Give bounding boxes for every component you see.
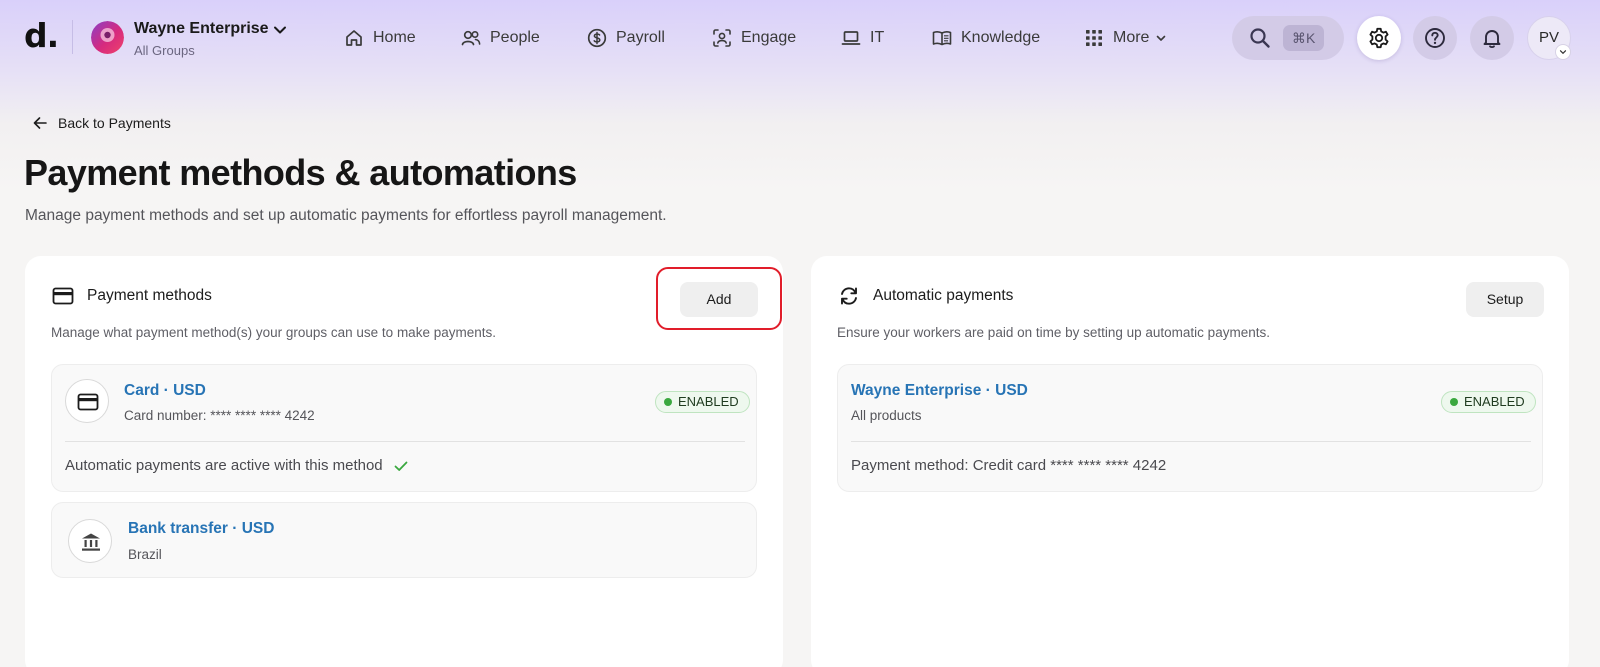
engage-icon [711, 27, 733, 49]
notifications-button[interactable] [1470, 16, 1514, 60]
logo-divider [72, 20, 73, 54]
nav-item-payroll[interactable]: Payroll [586, 24, 665, 52]
search-button[interactable]: ⌘K [1232, 16, 1344, 60]
help-button[interactable] [1413, 16, 1457, 60]
chevron-down-icon[interactable] [272, 22, 288, 38]
divider [851, 441, 1531, 442]
setup-automatic-payments-button[interactable]: Setup [1466, 282, 1544, 317]
nav-label: IT [870, 29, 885, 46]
automatic-payments-header: Automatic payments [837, 284, 1013, 308]
chevron-down-icon [1155, 32, 1167, 44]
top-navigation-bar: d. Wayne Enterprise All Groups Home Peop… [0, 0, 1600, 76]
method-card-number: Card number: **** **** **** 4242 [124, 408, 315, 423]
automation-title[interactable]: Wayne Enterprise · USD [851, 382, 1028, 400]
card-description: Manage what payment method(s) your group… [51, 325, 496, 340]
payment-methods-card: Payment methods Add Manage what payment … [25, 256, 783, 667]
org-switcher-name[interactable]: Wayne Enterprise [134, 20, 269, 38]
card-title: Payment methods [87, 287, 212, 304]
add-payment-method-button[interactable]: Add [680, 282, 758, 317]
status-badge: ENABLED [1441, 391, 1536, 413]
people-icon [460, 27, 482, 49]
credit-card-icon [51, 284, 87, 308]
bank-icon [68, 519, 112, 563]
laptop-icon [840, 27, 862, 49]
app-logo[interactable]: d. [24, 16, 59, 55]
automation-payment-method: Payment method: Credit card **** **** **… [851, 457, 1166, 474]
page-subtitle: Manage payment methods and set up automa… [25, 207, 667, 224]
checkmark-icon [383, 458, 409, 474]
page-title: Payment methods & automations [24, 152, 577, 193]
search-shortcut-hint: ⌘K [1283, 25, 1325, 51]
nav-label: Home [373, 29, 416, 46]
automatic-payment-wayne-enterprise[interactable]: Wayne Enterprise · USD All products ENAB… [837, 364, 1543, 492]
arrow-left-icon [32, 115, 58, 131]
org-avatar[interactable] [91, 21, 124, 54]
nav-item-engage[interactable]: Engage [711, 24, 796, 52]
payment-method-card-usd[interactable]: Card · USD Card number: **** **** **** 4… [51, 364, 757, 492]
card-description: Ensure your workers are paid on time by … [837, 325, 1270, 340]
credit-card-icon [65, 379, 109, 423]
nav-label: More [1113, 29, 1150, 46]
automation-scope: All products [851, 408, 922, 423]
payment-method-bank-transfer[interactable]: Bank transfer · USD Brazil [51, 502, 757, 578]
automatic-payments-note: Automatic payments are active with this … [65, 457, 409, 474]
method-note-text: Automatic payments are active with this … [65, 457, 383, 474]
method-country: Brazil [128, 547, 162, 562]
org-group-label: All Groups [134, 43, 195, 58]
book-icon [931, 27, 953, 49]
card-title: Automatic payments [873, 287, 1014, 304]
method-title[interactable]: Card · USD [124, 382, 206, 400]
nav-label: Payroll [616, 29, 665, 46]
method-title[interactable]: Bank transfer · USD [128, 520, 274, 538]
status-badge-label: ENABLED [1464, 394, 1525, 409]
status-badge: ENABLED [655, 391, 750, 413]
refresh-icon [837, 284, 873, 308]
automation-note-text: Payment method: Credit card **** **** **… [851, 457, 1167, 474]
grid-icon [1083, 27, 1105, 49]
nav-item-it[interactable]: IT [840, 24, 884, 52]
payment-methods-header: Payment methods [51, 284, 212, 308]
nav-label: People [490, 29, 540, 46]
status-dot [1450, 398, 1458, 406]
settings-button[interactable] [1357, 16, 1401, 60]
status-badge-label: ENABLED [678, 394, 739, 409]
search-icon [1248, 26, 1272, 50]
nav-item-home[interactable]: Home [343, 24, 416, 52]
nav-label: Knowledge [961, 29, 1041, 46]
back-link-label: Back to Payments [58, 115, 171, 131]
chevron-down-icon[interactable] [1555, 44, 1571, 60]
automatic-payments-card: Automatic payments Setup Ensure your wor… [811, 256, 1569, 667]
back-to-payments-link[interactable]: Back to Payments [32, 115, 171, 131]
status-dot [664, 398, 672, 406]
home-icon [343, 27, 365, 49]
nav-label: Engage [741, 29, 797, 46]
nav-item-more[interactable]: More [1083, 24, 1167, 52]
nav-item-knowledge[interactable]: Knowledge [931, 24, 1040, 52]
dollar-icon [586, 27, 608, 49]
nav-item-people[interactable]: People [460, 24, 540, 52]
divider [65, 441, 745, 442]
